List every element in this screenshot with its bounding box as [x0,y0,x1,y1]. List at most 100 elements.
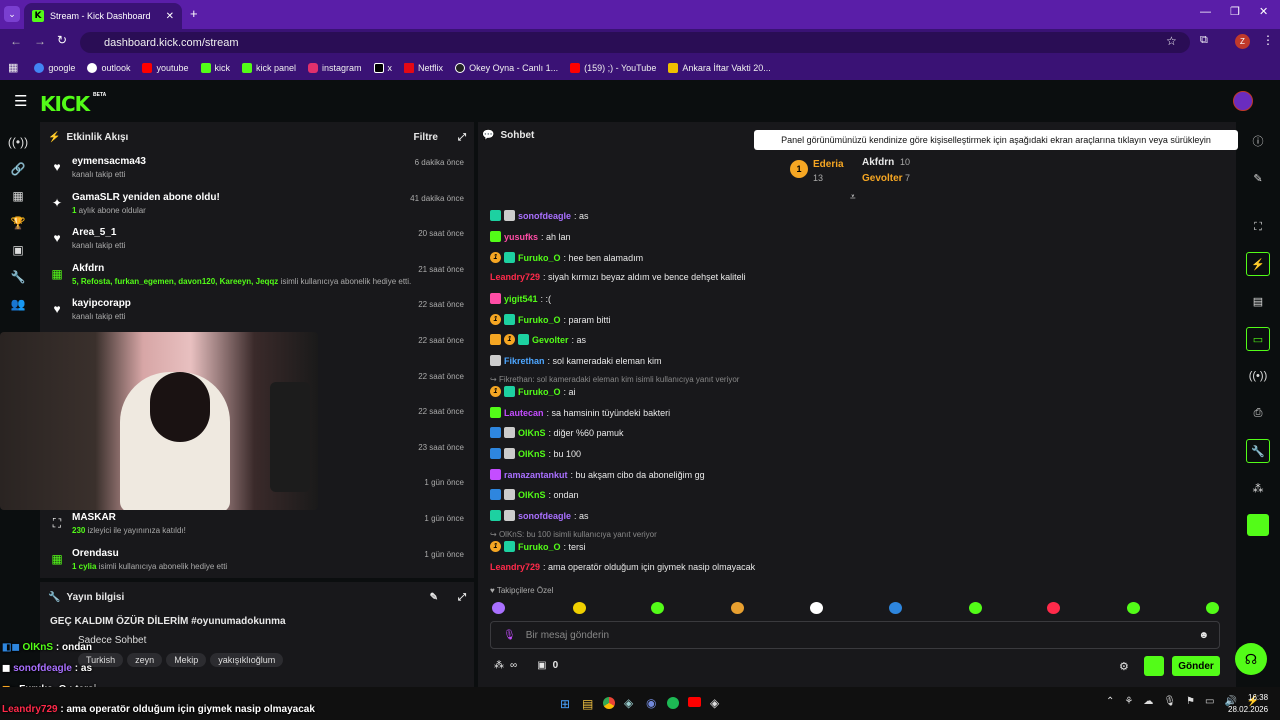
grid-icon[interactable]: ▦ [0,182,36,209]
edit-icon[interactable]: ✎ [1236,164,1280,192]
chat-message[interactable]: 1 Furuko_O: tersi [490,541,586,552]
menu-icon[interactable]: ⋮ [1262,33,1274,47]
chat-user[interactable]: OlKnS [518,490,546,500]
chat-message[interactable]: ramazantankut: bu akşam cibo da aboneliğ… [490,469,705,480]
steam-icon[interactable]: ◈ [710,696,719,710]
bookmark[interactable]: (159) ;) - YouTube [570,62,656,73]
chat-input[interactable]: 🎙 Bir mesaj gönderin ☻ [490,621,1220,649]
infinity-icon[interactable]: ∞ [510,660,517,671]
chat-user[interactable]: Leandry729 [490,272,540,282]
chat-message[interactable]: Fikrethan: sol kameradaki eleman kim [490,355,662,366]
youtube-icon[interactable] [688,697,701,707]
bookmark[interactable]: kick panel [242,62,296,73]
chat-message[interactable]: OlKnS: bu 100 [490,448,581,459]
bookmark[interactable]: google [34,62,75,73]
event-item[interactable]: ▦ Orendasu 1 cylia isimli kullanıcıya abon… [40,544,474,578]
event-item[interactable]: ▦ Akfdrn 5, Refosta, furkan_egemen, davon1… [40,259,474,295]
chat-user[interactable]: Fikrethan [504,356,545,366]
chat-message[interactable]: yigit541: :( [490,293,551,304]
avatar[interactable] [1233,91,1253,111]
chat-user[interactable]: yigit541 [504,294,538,304]
event-item[interactable]: ♥ kayipcorapp kanalı takip etti 22 saat önc… [40,294,474,330]
reload-icon[interactable]: ↻ [57,33,67,47]
chat-message[interactable]: OlKnS: ondan [490,489,579,500]
emoji-icon[interactable]: ☻ [1198,630,1209,641]
chat-message[interactable]: 1 Furuko_O: param bitti [490,314,611,325]
discord-icon[interactable]: ◉ [646,696,656,710]
clock-time[interactable]: 16:38 [1248,693,1268,702]
users-dots-icon[interactable]: ⁂ [1236,474,1280,502]
chat-user[interactable]: Furuko_O [518,253,561,263]
chat-user[interactable]: sonofdeagle [518,511,571,521]
chat-user[interactable]: yusufks [504,232,538,242]
chat-message[interactable]: 1 Gevolter: as [490,334,586,345]
clock-date[interactable]: 28.02.2026 [1228,705,1268,714]
kick-emote-icon[interactable] [1236,511,1280,539]
emote-icon[interactable] [810,602,823,614]
screen-icon[interactable]: ⛶ [1236,213,1280,241]
close-window-icon[interactable]: ✕ [1259,5,1268,18]
emote-icon[interactable] [573,602,586,614]
back-icon[interactable]: ← [10,34,22,48]
bookmark[interactable]: Okey Oyna - Canlı 1... [455,62,558,73]
gear-icon[interactable]: ⚙ [1119,660,1129,673]
star-icon[interactable]: ☆ [1166,34,1177,48]
wrench-icon[interactable]: 🔧 [0,263,36,290]
chat-message[interactable]: sonofdeagle: as [490,210,589,221]
collapse-icon[interactable]: ⩡ [850,192,856,203]
mic-icon[interactable]: 🎙 [503,630,516,641]
bookmark[interactable]: instagram [308,62,362,73]
chat-user[interactable]: Furuko_O [518,542,561,552]
chat-user[interactable]: sonofdeagle [518,211,571,221]
edit-icon[interactable]: ✎ [430,592,438,603]
emote-icon[interactable] [889,602,902,614]
filter-button[interactable]: Filtre [414,132,438,143]
chat-user[interactable]: ramazantankut [504,470,568,480]
chat-user[interactable]: Furuko_O [518,387,561,397]
bookmark[interactable]: outlook [87,62,130,73]
chat-message[interactable]: sonofdeagle: as [490,510,589,521]
bookmark[interactable]: Netflix [404,62,443,73]
chat-user[interactable]: OlKnS [518,449,546,459]
chat-message[interactable]: Leandry729: siyah kırmızı beyaz aldım ve… [490,272,746,282]
bookmark[interactable]: x [373,62,392,73]
info-icon[interactable]: ⓘ [1236,127,1280,155]
chat-user[interactable]: Leandry729 [490,562,540,572]
emote-icon[interactable] [1206,602,1219,614]
bookmark[interactable]: Ankara İftar Vakti 20... [668,62,771,73]
chat-message[interactable]: 1 Furuko_O: ai [490,386,576,397]
emote-icon[interactable] [731,602,744,614]
link-icon[interactable]: 🔗 [0,155,36,182]
send-button[interactable]: Gönder [1172,656,1220,676]
restore-icon[interactable]: ❐ [1230,5,1240,18]
chat-user[interactable]: Furuko_O [518,315,561,325]
emote-icon[interactable] [1127,602,1140,614]
chat-toggle-icon[interactable]: ▭ [1246,327,1270,351]
broadcast-icon[interactable]: ((•)) [1236,362,1280,390]
kick-emote-button[interactable] [1144,656,1164,676]
event-item[interactable]: ♥ eymensacma43 kanalı takip etti 6 dakika ö… [40,152,474,188]
apps-icon[interactable]: ▦ [8,61,18,74]
hamburger-icon[interactable]: ☰ [14,92,27,110]
emote-icon[interactable] [969,602,982,614]
chat-message[interactable]: OlKnS: diğer %60 pamuk [490,427,624,438]
document-icon[interactable]: ▤ [1236,287,1280,315]
extensions-icon[interactable]: ⧉ [1200,34,1208,47]
chat-message[interactable]: 1 Furuko_O: hee ben alamadım [490,252,643,263]
chat-message[interactable]: Leandry729: ama operatör olduğum için gi… [490,562,755,572]
bookmark[interactable]: youtube [142,62,189,73]
live-icon[interactable]: ((•)) [0,128,36,155]
kick-logo[interactable]: KICK [40,92,90,116]
popout-icon[interactable]: ⤢ [458,592,466,603]
emote-icon[interactable] [651,602,664,614]
spotify-icon[interactable] [667,697,679,709]
emote-icon[interactable] [492,602,505,614]
event-item[interactable]: ⛶ MASKAR 230 izleyici ile yayınınıza katıl… [40,508,474,544]
users-icon[interactable]: 👥 [0,290,36,317]
event-item[interactable]: ♥ Area_5_1 kanalı takip etti 20 saat önce [40,223,474,259]
popout-icon[interactable]: ⤢ [458,132,466,143]
support-button[interactable]: ☊ [1235,643,1267,675]
wrench-icon[interactable]: 🔧 [1246,439,1270,463]
chat-user[interactable]: Lautecan [504,408,544,418]
steam-icon[interactable]: ◈ [624,696,633,710]
